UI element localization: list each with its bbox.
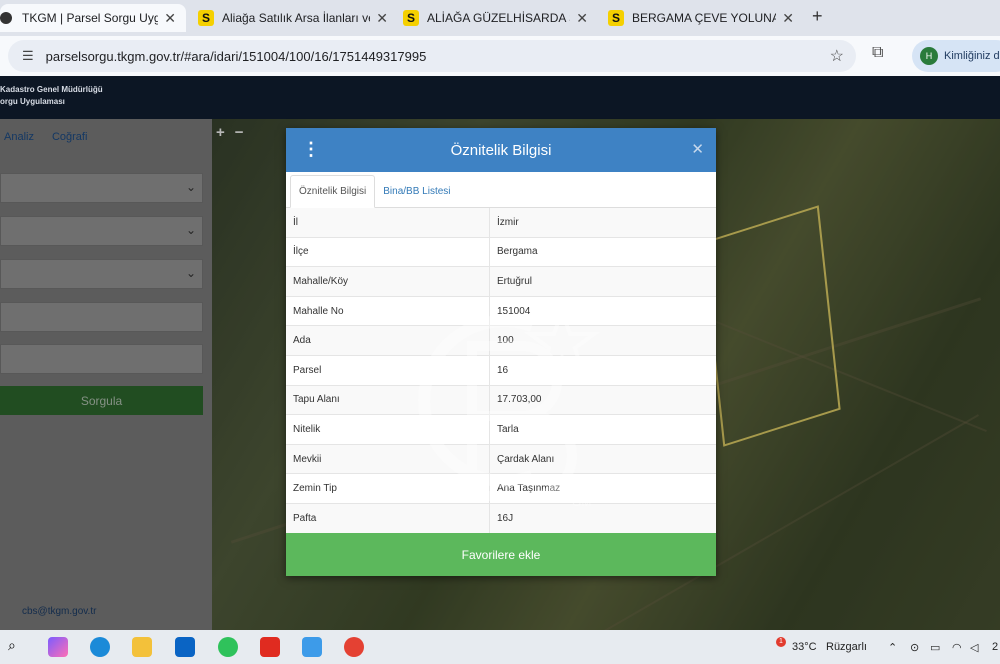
notification-badge: 1: [776, 637, 786, 647]
more-menu-icon[interactable]: ⋮: [302, 139, 320, 160]
wifi-icon[interactable]: ◠: [952, 641, 962, 654]
tab-tkgm[interactable]: TKGM | Parsel Sorgu Uygulamas ✕: [0, 4, 186, 32]
modal-title: Öznitelik Bilgisi: [450, 141, 552, 159]
weather-temp[interactable]: 33°C: [792, 641, 817, 653]
app-header-org: Kadastro Genel Müdürlüğü: [0, 85, 103, 94]
site-settings-icon[interactable]: ☰: [22, 48, 34, 64]
photos-icon[interactable]: [302, 637, 322, 657]
file-explorer-icon[interactable]: [132, 637, 152, 657]
watermark-logo: GM: [418, 306, 601, 509]
modal-header: ⋮ Öznitelik Bilgisi ✕: [286, 128, 716, 172]
address-bar-row: ☰ parselsorgu.tkgm.gov.tr/#ara/idari/151…: [0, 36, 1000, 76]
edge-icon[interactable]: [90, 637, 110, 657]
sahibinden-favicon: S: [608, 10, 624, 26]
sahibinden-favicon: S: [403, 10, 419, 26]
tab-title: BERGAMA ÇEVE YOLUNA YAKIN: [632, 11, 777, 25]
weather-label[interactable]: Rüzgarlı: [826, 641, 867, 653]
sahibinden-favicon: S: [198, 10, 214, 26]
browser-tab-bar: TKGM | Parsel Sorgu Uygulamas ✕ S Aliağa…: [0, 0, 1000, 36]
omnibox[interactable]: ☰ parselsorgu.tkgm.gov.tr/#ara/idari/151…: [8, 40, 856, 72]
chrome-icon[interactable]: [344, 637, 364, 657]
app-header-title: orgu Uygulaması: [0, 97, 65, 106]
outlook-icon[interactable]: [175, 637, 195, 657]
url-text[interactable]: parselsorgu.tkgm.gov.tr/#ara/idari/15100…: [46, 49, 427, 64]
tab-title: TKGM | Parsel Sorgu Uygulamas: [22, 11, 159, 25]
table-row: Mahalle/Köy Ertuğrul: [286, 267, 716, 297]
app-header: Kadastro Genel Müdürlüğü orgu Uygulaması: [0, 76, 1000, 119]
bookmark-star-icon[interactable]: ☆: [830, 46, 844, 66]
tab-bina-listesi[interactable]: Bina/BB Listesi: [375, 176, 458, 207]
modal-tabs: Öznitelik Bilgisi Bina/BB Listesi: [286, 172, 716, 208]
tab-aliaga-guzelhisar[interactable]: S ALİAĞA GÜZELHİSARDA SATILI ✕: [403, 4, 588, 32]
battery-icon[interactable]: ▭: [930, 641, 940, 654]
table-row: İlçe Bergama: [286, 237, 716, 268]
add-to-favorites-button[interactable]: Favorilere ekle: [286, 533, 716, 576]
tab-title: Aliağa Satılık Arsa İlanları ve Fiy: [222, 11, 370, 25]
clock[interactable]: 2: [992, 641, 998, 653]
search-icon[interactable]: ⌕: [8, 637, 28, 657]
close-tab-icon[interactable]: ✕: [576, 10, 588, 27]
page-content: Kadastro Genel Müdürlüğü orgu Uygulaması…: [0, 76, 1000, 630]
tab-bergama[interactable]: S BERGAMA ÇEVE YOLUNA YAKIN ✕: [608, 4, 794, 32]
watermark-badge: GM: [572, 495, 591, 509]
close-tab-icon[interactable]: ✕: [164, 10, 176, 27]
close-icon[interactable]: ✕: [691, 140, 704, 158]
close-tab-icon[interactable]: ✕: [376, 10, 388, 27]
close-tab-icon[interactable]: ✕: [782, 10, 794, 27]
whatsapp-icon[interactable]: [218, 637, 238, 657]
tab-title: ALİAĞA GÜZELHİSARDA SATILI: [427, 11, 570, 25]
tkgm-favicon: [0, 12, 12, 24]
profile-chip[interactable]: H Kimliğiniz d: [912, 40, 1000, 72]
tab-oznitelik[interactable]: Öznitelik Bilgisi: [290, 175, 376, 208]
profile-label: Kimliğiniz d: [944, 50, 1000, 62]
acrobat-icon[interactable]: [260, 637, 280, 657]
avatar: H: [920, 47, 938, 65]
tray-app-icon[interactable]: ⊙: [910, 641, 919, 654]
copilot-icon[interactable]: [48, 637, 68, 657]
tab-aliaga-arsa[interactable]: S Aliağa Satılık Arsa İlanları ve Fiy ✕: [198, 4, 388, 32]
table-row: İl İzmir: [286, 208, 716, 238]
new-tab-button[interactable]: +: [812, 6, 823, 27]
extensions-icon[interactable]: ⧉: [872, 44, 883, 62]
chevron-up-icon[interactable]: ⌃: [888, 641, 897, 654]
volume-icon[interactable]: ◁: [970, 641, 978, 654]
